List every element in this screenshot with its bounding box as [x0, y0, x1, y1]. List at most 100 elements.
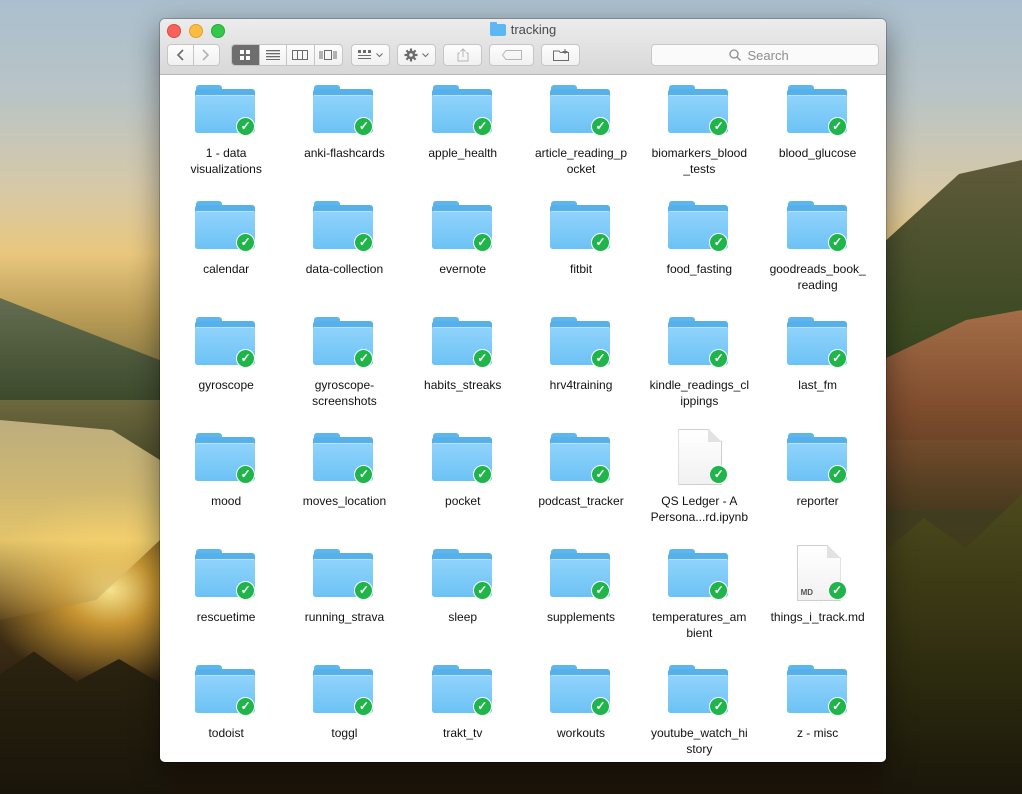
item-label: fitbit — [570, 262, 593, 276]
sync-check-icon: ✓ — [709, 117, 729, 136]
folder-item[interactable]: ✓ goodreads_book_ reading — [758, 197, 876, 313]
folder-icon: ✓ — [550, 545, 612, 603]
new-folder-button[interactable] — [541, 44, 580, 66]
folder-item[interactable]: ✓ blood_glucose — [758, 81, 876, 197]
folder-icon: ✓ — [668, 81, 730, 139]
folder-item[interactable]: ✓ gyroscope- screenshots — [285, 313, 403, 429]
wallpaper-right-trees — [882, 494, 1022, 794]
new-folder-icon — [552, 49, 569, 61]
folder-item[interactable]: ✓ podcast_tracker — [522, 429, 640, 545]
item-label: moves_location — [302, 494, 387, 508]
folder-item[interactable]: ✓ habits_streaks — [404, 313, 522, 429]
folder-item[interactable]: ✓ last_fm — [758, 313, 876, 429]
back-button[interactable] — [168, 45, 194, 65]
action-button[interactable] — [397, 44, 436, 66]
folder-icon: ✓ — [195, 545, 257, 603]
folder-item[interactable]: ✓ biomarkers_blood _tests — [640, 81, 758, 197]
folder-item[interactable]: ✓ calendar — [167, 197, 285, 313]
page-fold — [826, 545, 841, 558]
titlebar: tracking — [160, 19, 886, 75]
icon-view-button[interactable] — [232, 45, 260, 65]
folder-item[interactable]: ✓ reporter — [758, 429, 876, 545]
wallpaper-left-trees — [0, 651, 170, 794]
folder-item[interactable]: ✓ 1 - data visualizations — [167, 81, 285, 197]
forward-button[interactable] — [194, 45, 219, 65]
folder-icon — [489, 21, 506, 36]
item-label: kindle_readings_cl ippings — [649, 378, 750, 408]
item-label: goodreads_book_ reading — [769, 262, 866, 292]
cover-flow-button[interactable] — [315, 45, 342, 65]
folder-item[interactable]: ✓ z - misc — [758, 661, 876, 762]
list-icon — [265, 50, 280, 60]
folder-icon: ✓ — [668, 313, 730, 371]
item-label: biomarkers_blood _tests — [651, 146, 748, 176]
folder-item[interactable]: ✓ toggl — [285, 661, 403, 762]
item-label: supplements — [547, 610, 616, 624]
folder-icon: ✓ — [431, 545, 494, 603]
item-label: blood_glucose — [778, 146, 857, 160]
window-title: tracking — [160, 21, 886, 37]
folder-icon: ✓ — [550, 661, 612, 719]
arrange-button[interactable] — [351, 44, 390, 66]
folder-item[interactable]: ✓ rescuetime — [167, 545, 285, 661]
column-view-button[interactable] — [287, 45, 315, 65]
sync-check-icon: ✓ — [827, 465, 847, 484]
folder-item[interactable]: ✓ moves_location — [285, 429, 403, 545]
folder-item[interactable]: ✓ trakt_tv — [404, 661, 522, 762]
file-icon-grid: ✓ 1 - data visualizations ✓ anki-flashcards… — [160, 75, 886, 762]
item-label: running_strava — [304, 610, 385, 624]
folder-icon: ✓ — [668, 197, 730, 255]
file-item[interactable]: ✓ QS Ledger - A Persona...rd.ipynb — [640, 429, 758, 545]
sync-check-icon: ✓ — [827, 697, 847, 716]
folder-item[interactable]: ✓ temperatures_am bient — [640, 545, 758, 661]
sync-check-icon: ✓ — [827, 581, 847, 600]
item-label: gyroscope — [198, 378, 254, 392]
folder-item[interactable]: ✓ evernote — [404, 197, 522, 313]
gear-icon — [404, 48, 418, 62]
chevron-right-icon — [202, 49, 210, 61]
folder-item[interactable]: ✓ kindle_readings_cl ippings — [640, 313, 758, 429]
search-field[interactable] — [651, 44, 879, 66]
folder-item[interactable]: ✓ sleep — [404, 545, 522, 661]
folder-item[interactable]: ✓ supplements — [522, 545, 640, 661]
sync-check-icon: ✓ — [709, 233, 729, 252]
search-input[interactable] — [745, 46, 802, 64]
folder-item[interactable]: ✓ workouts — [522, 661, 640, 762]
tags-button[interactable] — [489, 44, 534, 66]
folder-icon: ✓ — [313, 313, 375, 371]
folder-item[interactable]: ✓ running_strava — [285, 545, 403, 661]
folder-item[interactable]: ✓ anki-flashcards — [285, 81, 403, 197]
folder-item[interactable]: ✓ hrv4training — [522, 313, 640, 429]
folder-item[interactable]: ✓ gyroscope — [167, 313, 285, 429]
nav-buttons — [167, 44, 220, 66]
view-mode-segment — [231, 44, 343, 66]
folder-icon: ✓ — [431, 81, 494, 139]
folder-item[interactable]: ✓ data-collection — [285, 197, 403, 313]
folder-icon: ✓ — [550, 313, 612, 371]
item-label: workouts — [557, 726, 606, 740]
folder-item[interactable]: ✓ pocket — [404, 429, 522, 545]
sync-check-icon: ✓ — [591, 581, 611, 600]
item-label: last_fm — [798, 378, 837, 392]
folder-item[interactable]: ✓ youtube_watch_hi story — [640, 661, 758, 762]
file-item[interactable]: MD ✓ things_i_track.md — [758, 545, 876, 661]
sync-check-icon: ✓ — [591, 349, 611, 368]
folder-item[interactable]: ✓ mood — [167, 429, 285, 545]
folder-icon: ✓ — [195, 81, 257, 139]
share-button[interactable] — [443, 44, 482, 66]
folder-icon: ✓ — [550, 81, 612, 139]
folder-item[interactable]: ✓ article_reading_p ocket — [522, 81, 640, 197]
folder-item[interactable]: ✓ apple_health — [404, 81, 522, 197]
sync-check-icon: ✓ — [236, 465, 256, 484]
sync-check-icon: ✓ — [236, 581, 256, 600]
sync-check-icon: ✓ — [236, 233, 256, 252]
item-label: article_reading_p ocket — [535, 146, 628, 176]
folder-icon: ✓ — [786, 661, 849, 719]
sync-check-icon: ✓ — [472, 465, 492, 484]
folder-item[interactable]: ✓ fitbit — [522, 197, 640, 313]
folder-item[interactable]: ✓ todoist — [167, 661, 285, 762]
folder-item[interactable]: ✓ food_fasting — [640, 197, 758, 313]
list-view-button[interactable] — [260, 45, 287, 65]
grid-icon — [240, 50, 251, 60]
item-label: 1 - data visualizations — [190, 146, 262, 176]
